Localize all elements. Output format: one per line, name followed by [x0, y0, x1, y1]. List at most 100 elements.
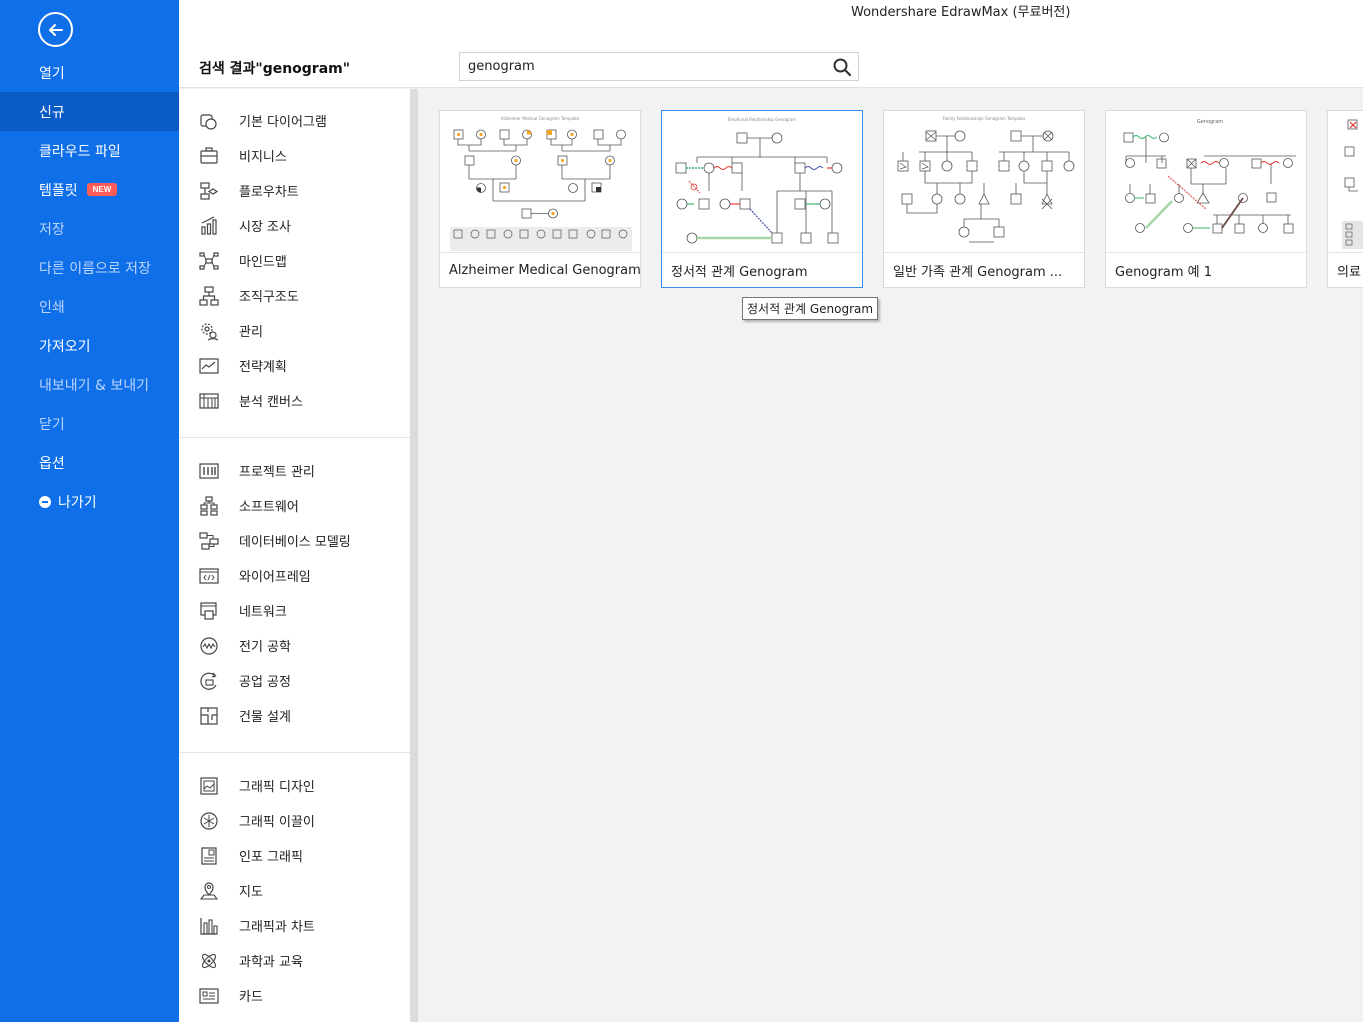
rail-item-label: 클라우드 파일 — [39, 143, 121, 160]
search-icon[interactable] — [832, 57, 852, 77]
rail-item-label: 열기 — [39, 65, 65, 82]
industrial-icon — [199, 671, 219, 691]
category-network[interactable]: 네트워크 — [179, 593, 410, 628]
category-label: 비지니스 — [239, 150, 287, 165]
rail-item-export-send[interactable]: 내보내기 & 보내기 — [0, 365, 179, 404]
search-result-heading: 검색 결과"genogram" — [199, 61, 351, 77]
category-industrial[interactable]: 공업 공정 — [179, 663, 410, 698]
category-graphic-design[interactable]: 그래픽 디자인 — [179, 768, 410, 803]
category-graphic-organizer[interactable]: 그래픽 이끌이 — [179, 803, 410, 838]
rail-item-templates[interactable]: 템플릿 NEW — [0, 170, 179, 209]
electrical-icon — [199, 636, 219, 656]
genogram-thumbnail-image — [1342, 119, 1363, 249]
template-thumbnail: Genogram — [1106, 111, 1306, 252]
org-chart-icon — [199, 285, 219, 306]
briefcase-icon — [199, 146, 219, 166]
category-basic-diagram[interactable]: 기본 다이어그램 — [179, 103, 410, 138]
management-gear-icon — [199, 321, 219, 341]
category-building-design[interactable]: 건물 설계 — [179, 698, 410, 733]
rail-item-open[interactable]: 열기 — [0, 53, 179, 92]
back-button[interactable] — [38, 12, 73, 47]
template-thumbnail — [1328, 111, 1363, 252]
category-business[interactable]: 비지니스 — [179, 138, 410, 173]
category-label: 분석 캔버스 — [239, 395, 303, 410]
template-card-family-relationships[interactable]: Family Relationships Genogram Template 일… — [883, 110, 1085, 288]
new-badge: NEW — [86, 183, 118, 196]
category-management[interactable]: 관리 — [179, 313, 410, 348]
rail-item-close[interactable]: 닫기 — [0, 404, 179, 443]
header: Wondershare EdrawMax (무료버전) 검색 결과"genogr… — [179, 0, 1363, 88]
category-scrollbar[interactable] — [410, 89, 418, 1022]
template-card-label: Genogram 예 1 — [1106, 252, 1306, 287]
template-thumbnail: Family Relationships Genogram Template — [884, 111, 1084, 252]
category-org-chart[interactable]: 조직구조도 — [179, 278, 410, 313]
genogram-thumbnail-image: Emotional Relationship Genogram — [675, 117, 843, 244]
rail-item-exit[interactable]: 나가기 — [0, 482, 179, 521]
category-project-management[interactable]: 프로젝트 관리 — [179, 453, 410, 488]
atom-icon — [199, 951, 219, 971]
category-infographic[interactable]: 인포 그래픽 — [179, 838, 410, 873]
category-software[interactable]: 소프트웨어 — [179, 488, 410, 523]
category-market-research[interactable]: 시장 조사 — [179, 208, 410, 243]
floorplan-icon — [199, 706, 219, 726]
category-label: 그래픽 이끌이 — [239, 815, 315, 830]
category-database-modeling[interactable]: 데이터베이스 모델링 — [179, 523, 410, 558]
template-card-label: Alzheimer Medical Genogram — [440, 252, 640, 287]
genogram-thumbnail-image: Alzheimer Medical Genogram Template — [450, 116, 632, 251]
category-graphics-charts[interactable]: 그래픽과 차트 — [179, 908, 410, 943]
template-tooltip: 정서적 관계 Genogram — [742, 297, 879, 320]
category-mindmap[interactable]: 마인드맵 — [179, 243, 410, 278]
category-label: 공업 공정 — [239, 675, 291, 690]
category-electrical[interactable]: 전기 공학 — [179, 628, 410, 663]
flowchart-icon — [199, 181, 219, 201]
category-science-education[interactable]: 과학과 교육 — [179, 943, 410, 978]
rail-item-save-as[interactable]: 다른 이름으로 저장 — [0, 248, 179, 287]
category-panel: 기본 다이어그램 비지니스 플로우차트 시장 조사 마인드맵 조직구조도 관리 — [179, 89, 410, 1022]
template-card-alzheimer[interactable]: Alzheimer Medical Genogram Template Alzh… — [439, 110, 641, 288]
map-pin-icon — [199, 881, 219, 901]
category-divider — [179, 437, 410, 438]
category-strategy[interactable]: 전략계획 — [179, 348, 410, 383]
rail-item-options[interactable]: 옵션 — [0, 443, 179, 482]
rail-item-new[interactable]: 신규 — [0, 92, 179, 131]
database-icon — [199, 531, 219, 551]
category-label: 프로젝트 관리 — [239, 465, 315, 480]
rail-item-label: 템플릿 — [39, 182, 78, 199]
arrow-left-icon — [48, 23, 63, 36]
file-menu-rail: 열기 신규 클라우드 파일 템플릿 NEW 저장 다른 이름으로 저장 인쇄 가져… — [0, 0, 179, 1022]
template-card-emotional-relationship[interactable]: Emotional Relationship Genogram 정서적 관계 G… — [661, 110, 863, 288]
rail-item-save[interactable]: 저장 — [0, 209, 179, 248]
category-wireframe[interactable]: 와이어프레임 — [179, 558, 410, 593]
project-icon — [199, 461, 219, 481]
rail-item-import[interactable]: 가져오기 — [0, 326, 179, 365]
template-card-genogram-example-1[interactable]: Genogram Genogram 예 1 — [1105, 110, 1307, 288]
thumbnail-title: Genogram — [1197, 119, 1223, 125]
category-label: 그래픽과 차트 — [239, 920, 315, 935]
category-label: 지도 — [239, 885, 263, 900]
category-label: 데이터베이스 모델링 — [239, 535, 351, 550]
rail-item-cloud-files[interactable]: 클라우드 파일 — [0, 131, 179, 170]
category-label: 기본 다이어그램 — [239, 115, 327, 130]
search-input[interactable] — [460, 53, 830, 80]
category-label: 카드 — [239, 990, 263, 1005]
rail-item-label: 옵션 — [39, 455, 65, 472]
network-icon — [199, 601, 219, 621]
search-box — [459, 52, 859, 81]
category-label: 전략계획 — [239, 360, 287, 375]
template-card-medical[interactable]: 의료 — [1327, 110, 1363, 288]
thumbnail-title: Family Relationships Genogram Template — [943, 116, 1026, 121]
template-card-label: 정서적 관계 Genogram — [662, 252, 862, 287]
chart-icon — [199, 916, 219, 936]
rail-item-label: 내보내기 & 보내기 — [39, 377, 149, 394]
category-card[interactable]: 카드 — [179, 978, 410, 1013]
category-label: 조직구조도 — [239, 290, 299, 305]
category-map[interactable]: 지도 — [179, 873, 410, 908]
wireframe-icon — [199, 566, 219, 586]
exit-icon — [39, 495, 51, 508]
infographic-icon — [199, 846, 219, 866]
category-flowchart[interactable]: 플로우차트 — [179, 173, 410, 208]
rail-item-label: 인쇄 — [39, 299, 65, 316]
rail-item-print[interactable]: 인쇄 — [0, 287, 179, 326]
category-analysis-canvas[interactable]: 분석 캔버스 — [179, 383, 410, 418]
category-divider — [179, 752, 410, 753]
